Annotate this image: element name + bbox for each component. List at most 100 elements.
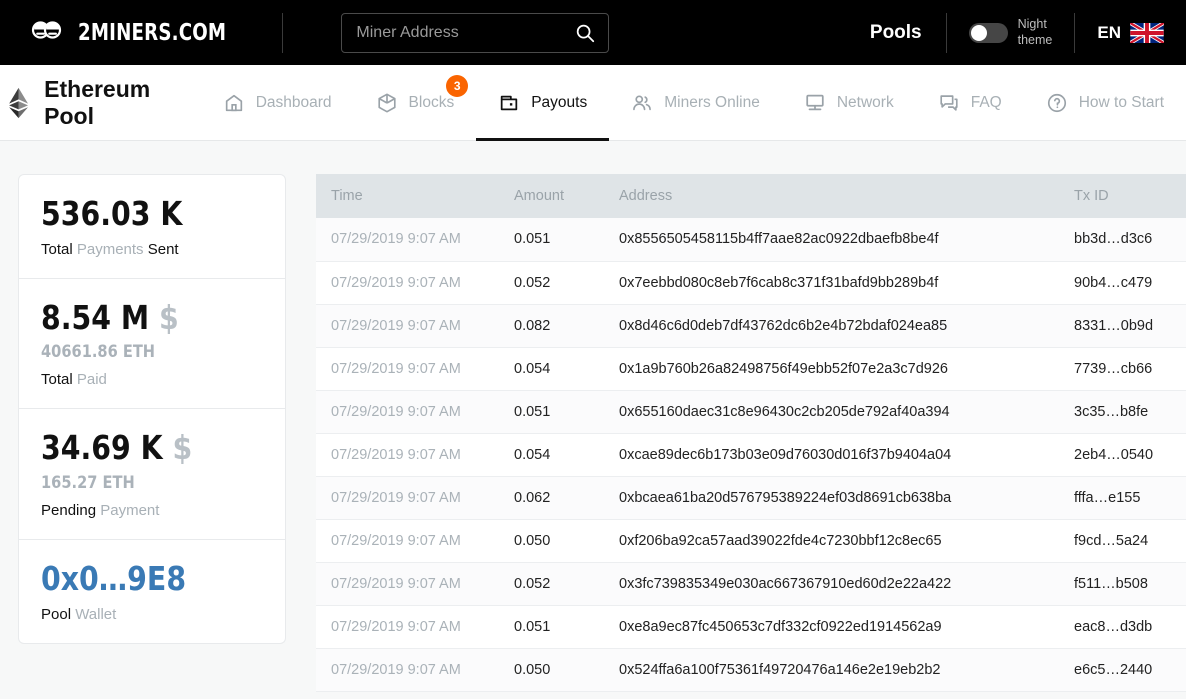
table-row[interactable]: 07/29/2019 9:07 AM0.0540x1a9b760b26a8249… — [316, 347, 1186, 390]
stat-number: 8.54 M — [41, 298, 149, 337]
cell-txid[interactable]: e6c5…2440 — [1066, 648, 1186, 691]
table-row[interactable]: 07/29/2019 9:07 AM0.0510xe8a9ec87fc45065… — [316, 605, 1186, 648]
pool-nav-bar: Ethereum Pool Dashboard Blocks 3 Pay — [0, 65, 1186, 141]
miners-faces-logo — [30, 18, 64, 48]
pool-title: Ethereum Pool — [0, 76, 167, 130]
stat-label-part1: Pending — [41, 502, 96, 519]
night-theme-control[interactable]: Night theme — [947, 17, 1075, 48]
search-box[interactable] — [341, 13, 609, 53]
cell-amount: 0.052 — [506, 261, 611, 304]
cell-amount: 0.051 — [506, 605, 611, 648]
cell-txid[interactable]: eac8…d3db — [1066, 605, 1186, 648]
stat-label-pending-payment: Pending Payment — [41, 502, 263, 519]
column-header-address[interactable]: Address — [611, 174, 1066, 218]
cell-time: 07/29/2019 9:07 AM — [316, 218, 506, 261]
page-content: 536.03 K Total Payments Sent 8.54 M $ 40… — [0, 141, 1186, 692]
stat-value-pool-wallet[interactable]: 0x0…9E8 — [41, 562, 232, 597]
brand-name: 2MINERS.COM — [78, 20, 226, 46]
nav-item-blocks[interactable]: Blocks 3 — [354, 65, 477, 140]
cell-address[interactable]: 0x1a9b760b26a82498756f49ebb52f07e2a3c7d9… — [611, 347, 1066, 390]
cell-address[interactable]: 0x3fc739835349e030ac667367910ed60d2e22a4… — [611, 562, 1066, 605]
stat-label-part3: Sent — [148, 241, 179, 258]
cell-txid[interactable]: fffa…e155 — [1066, 476, 1186, 519]
cell-amount: 0.054 — [506, 347, 611, 390]
language-code: EN — [1097, 23, 1121, 43]
cell-address[interactable]: 0xbcaea61ba20d576795389224ef03d8691cb638… — [611, 476, 1066, 519]
header-divider-1 — [282, 13, 283, 53]
cell-txid[interactable]: 90b4…c479 — [1066, 261, 1186, 304]
cell-txid[interactable]: f511…b508 — [1066, 562, 1186, 605]
cell-address[interactable]: 0xcae89dec6b173b03e09d76030d016f37b9404a… — [611, 433, 1066, 476]
stat-number: 34.69 K — [41, 428, 163, 467]
cell-time: 07/29/2019 9:07 AM — [316, 476, 506, 519]
cell-address[interactable]: 0x8556505458115b4ff7aae82ac0922dbaefb8be… — [611, 218, 1066, 261]
cell-time: 07/29/2019 9:07 AM — [316, 304, 506, 347]
table-row[interactable]: 07/29/2019 9:07 AM0.0520x7eebbd080c8eb7f… — [316, 261, 1186, 304]
stat-label-part1: Total — [41, 371, 73, 388]
stat-sub-pending-payment: 165.27 ETH — [41, 473, 232, 493]
pool-wallet-address[interactable]: 0x0…9E8 — [41, 559, 186, 598]
nav-label-dashboard: Dashboard — [256, 94, 332, 112]
language-selector[interactable]: EN — [1075, 23, 1186, 43]
cell-address[interactable]: 0x524ffa6a100f75361f49720476a146e2e19eb2… — [611, 648, 1066, 691]
stat-label-part2: Wallet — [75, 606, 116, 623]
column-header-txid[interactable]: Tx ID — [1066, 174, 1186, 218]
table-row[interactable]: 07/29/2019 9:07 AM0.0620xbcaea61ba20d576… — [316, 476, 1186, 519]
cell-time: 07/29/2019 9:07 AM — [316, 519, 506, 562]
chat-icon — [938, 92, 960, 114]
cell-address[interactable]: 0x655160daec31c8e96430c2cb205de792af40a3… — [611, 390, 1066, 433]
payouts-table-container: Time Amount Address Tx ID 07/29/2019 9:0… — [316, 174, 1186, 692]
cell-txid[interactable]: bb3d…d3c6 — [1066, 218, 1186, 261]
payouts-table: Time Amount Address Tx ID 07/29/2019 9:0… — [316, 174, 1186, 692]
table-row[interactable]: 07/29/2019 9:07 AM0.0500x524ffa6a100f753… — [316, 648, 1186, 691]
cell-address[interactable]: 0x7eebbd080c8eb7f6cab8c371f31bafd9bb289b… — [611, 261, 1066, 304]
question-icon — [1046, 92, 1068, 114]
table-row[interactable]: 07/29/2019 9:07 AM0.0510x655160daec31c8e… — [316, 390, 1186, 433]
cell-txid[interactable]: 2eb4…0540 — [1066, 433, 1186, 476]
cell-time: 07/29/2019 9:07 AM — [316, 648, 506, 691]
brand[interactable]: 2MINERS.COM — [0, 18, 246, 48]
search-icon[interactable] — [574, 22, 596, 44]
table-row[interactable]: 07/29/2019 9:07 AM0.0540xcae89dec6b173b0… — [316, 433, 1186, 476]
cell-address[interactable]: 0x8d46c6d0deb7df43762dc6b2e4b72bdaf024ea… — [611, 304, 1066, 347]
stat-label-pool-wallet: Pool Wallet — [41, 606, 263, 623]
night-theme-toggle[interactable] — [969, 23, 1008, 43]
nav-label-payouts: Payouts — [531, 94, 587, 112]
cell-amount: 0.082 — [506, 304, 611, 347]
nav-label-faq: FAQ — [971, 94, 1002, 112]
stat-currency: $ — [173, 428, 193, 467]
cell-address[interactable]: 0xe8a9ec87fc450653c7df332cf0922ed1914562… — [611, 605, 1066, 648]
nav-item-how-to-start[interactable]: How to Start — [1024, 65, 1186, 140]
column-header-amount[interactable]: Amount — [506, 174, 611, 218]
cell-amount: 0.054 — [506, 433, 611, 476]
cell-txid[interactable]: 7739…cb66 — [1066, 347, 1186, 390]
table-row[interactable]: 07/29/2019 9:07 AM0.0500xf206ba92ca57aad… — [316, 519, 1186, 562]
cell-address[interactable]: 0xf206ba92ca57aad39022fde4c7230bbf12c8ec… — [611, 519, 1066, 562]
nav-item-payouts[interactable]: Payouts — [476, 65, 609, 140]
stat-card-total-paid: 8.54 M $ 40661.86 ETH Total Paid — [18, 279, 286, 410]
night-theme-label: Night theme — [1018, 17, 1053, 48]
table-row[interactable]: 07/29/2019 9:07 AM0.0510x8556505458115b4… — [316, 218, 1186, 261]
stat-label-part1: Total — [41, 241, 73, 258]
nav-label-how-to-start: How to Start — [1079, 94, 1164, 112]
nav-item-miners-online[interactable]: Miners Online — [609, 65, 782, 140]
table-row[interactable]: 07/29/2019 9:07 AM0.0520x3fc739835349e03… — [316, 562, 1186, 605]
night-theme-label-line2: theme — [1018, 33, 1053, 49]
payouts-table-head: Time Amount Address Tx ID — [316, 174, 1186, 218]
cell-txid[interactable]: 3c35…b8fe — [1066, 390, 1186, 433]
cell-amount: 0.062 — [506, 476, 611, 519]
cell-txid[interactable]: 8331…0b9d — [1066, 304, 1186, 347]
nav-item-dashboard[interactable]: Dashboard — [201, 65, 354, 140]
search-input[interactable] — [356, 24, 574, 42]
top-bar-right: Pools Night theme EN — [870, 0, 1186, 65]
table-row[interactable]: 07/29/2019 9:07 AM0.0820x8d46c6d0deb7df4… — [316, 304, 1186, 347]
night-theme-label-line1: Night — [1018, 17, 1053, 33]
nav-item-faq[interactable]: FAQ — [916, 65, 1024, 140]
nav-item-network[interactable]: Network — [782, 65, 916, 140]
users-icon — [631, 92, 653, 114]
stat-number: 536.03 K — [41, 194, 182, 233]
column-header-time[interactable]: Time — [316, 174, 506, 218]
pools-link[interactable]: Pools — [870, 22, 946, 44]
home-icon — [223, 92, 245, 114]
cell-txid[interactable]: f9cd…5a24 — [1066, 519, 1186, 562]
